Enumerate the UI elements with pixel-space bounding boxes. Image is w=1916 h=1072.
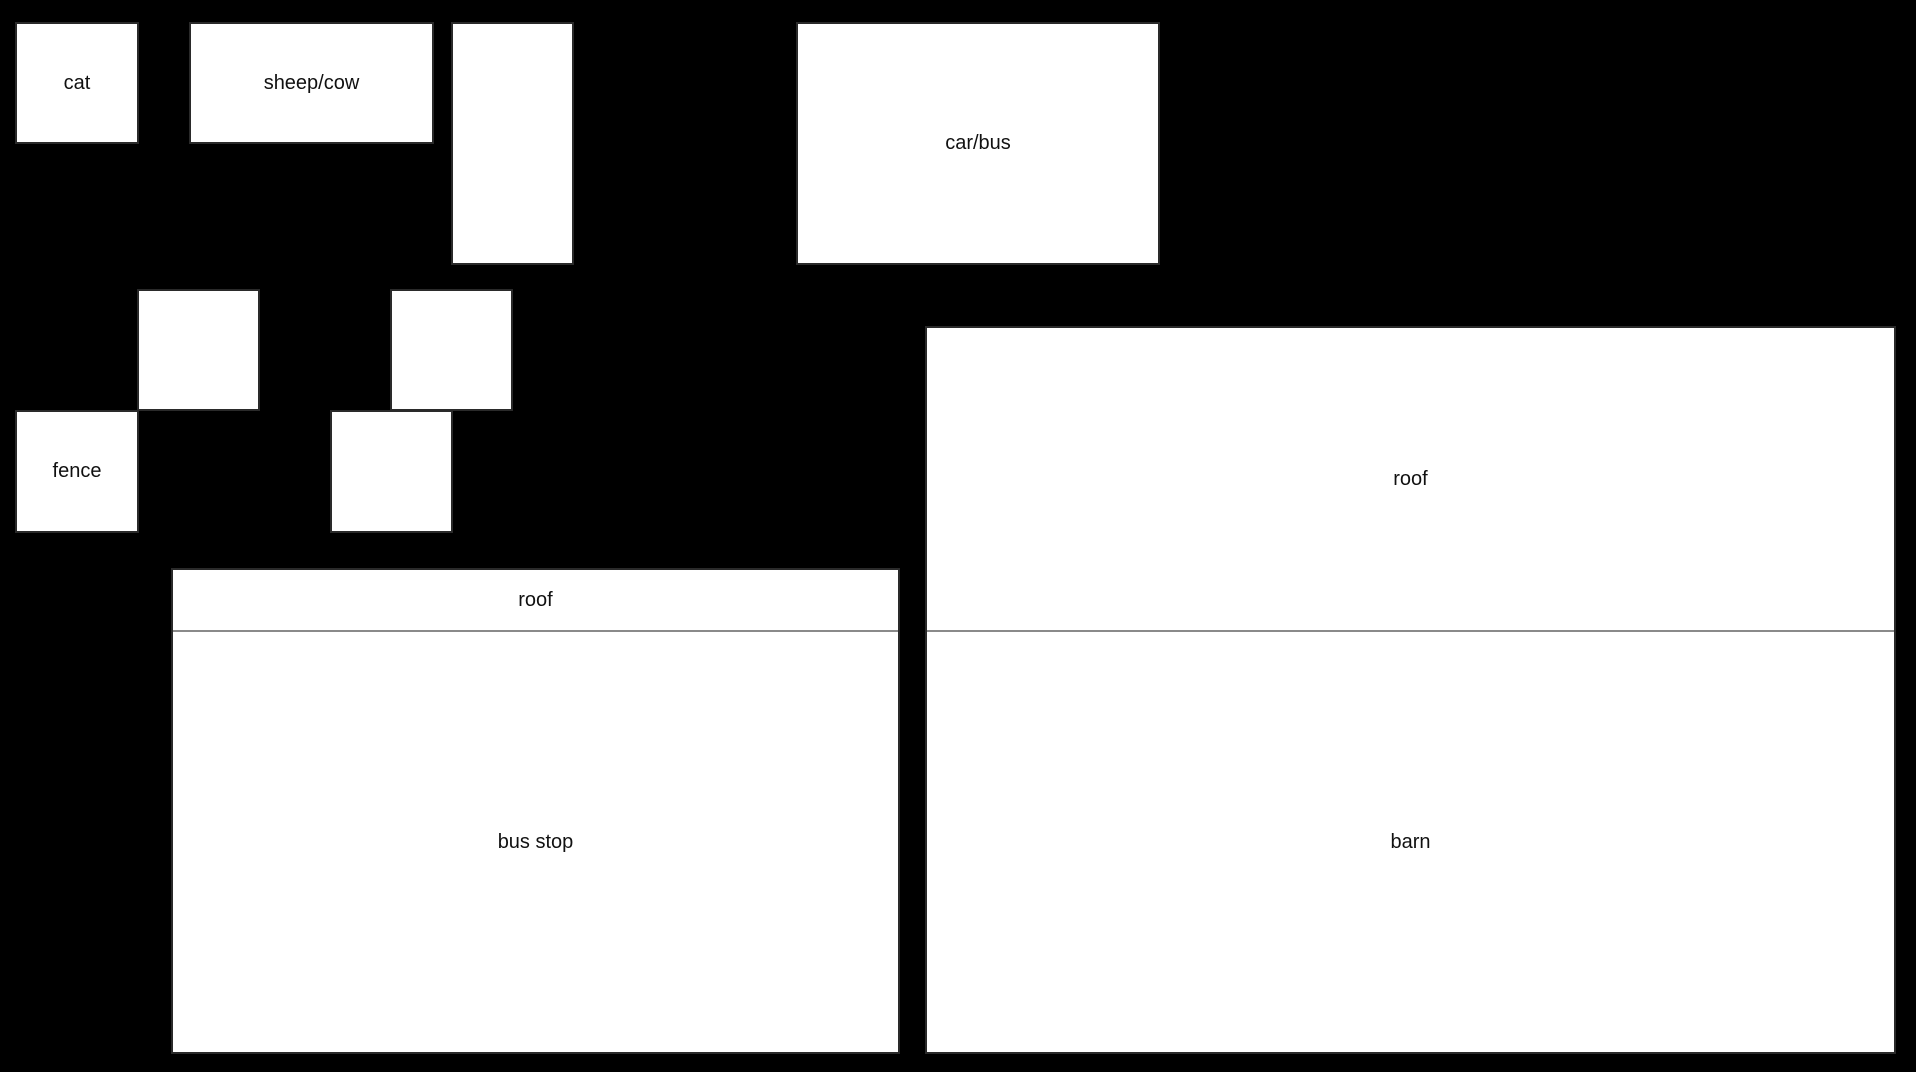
diagram-canvas: cat sheep/cow car/bus fence roof bus sto… [0,0,1916,1072]
bus-stop-label: bus stop [497,830,574,853]
bus-stop-roof-label: roof [518,588,553,611]
bus-stop-roof-section: roof [173,570,898,630]
blank-square-box [390,289,513,411]
blank-square-box [137,289,260,411]
fence-label: fence [52,460,102,482]
car-bus-label: car/bus [945,132,1011,154]
barn-label: barn [1390,830,1431,853]
sheep-cow-label: sheep/cow [263,71,360,94]
barn-main-section: barn [927,632,1894,1052]
car-bus-box: car/bus [796,22,1160,265]
blank-square-box [330,410,453,533]
sheep-cow-box: sheep/cow [189,22,434,144]
cat-label: cat [63,71,91,94]
barn-roof-label: roof [1393,467,1428,490]
bus-stop-box: roof bus stop [171,568,900,1054]
barn-box: roof barn [925,326,1896,1054]
bus-stop-main-section: bus stop [173,632,898,1052]
fence-box: fence [15,410,139,533]
cat-box: cat [15,22,139,144]
barn-roof-section: roof [927,328,1894,630]
tall-blank-box [451,22,574,265]
